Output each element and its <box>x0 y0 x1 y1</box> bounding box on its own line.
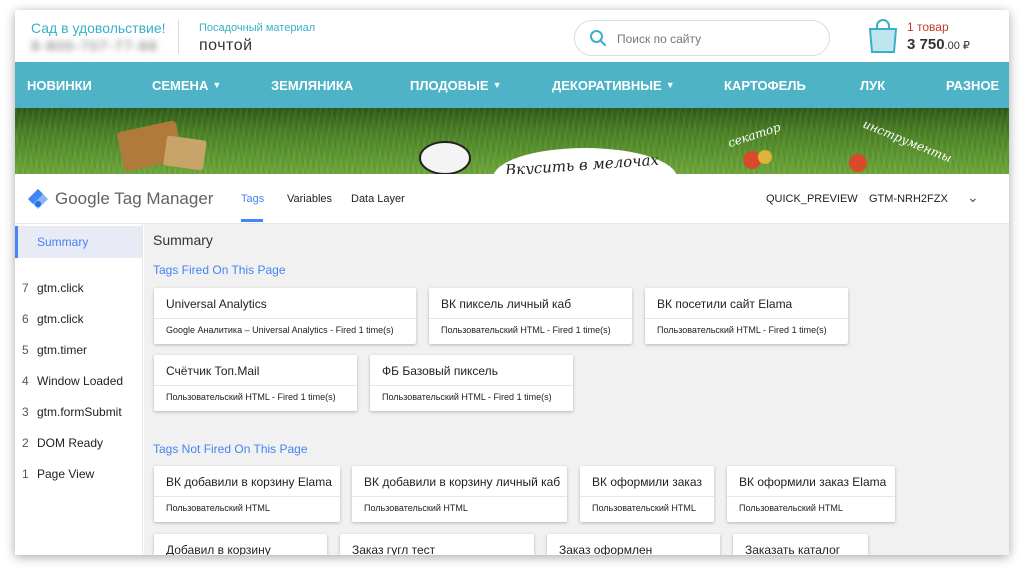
gtm-logo-icon <box>28 189 48 209</box>
nav-item-raznoe[interactable]: РАЗНОЕ <box>946 78 999 93</box>
tag-name: ВК добавили в корзину Elama <box>166 475 332 489</box>
nav-item-plodovye[interactable]: ПЛОДОВЫЕ ▼ <box>410 78 502 93</box>
tag-name: Заказ оформлен <box>559 543 653 555</box>
tag-status: Пользовательский HTML - Fired 1 time(s) <box>166 392 336 402</box>
nav-item-luk[interactable]: ЛУК <box>860 78 885 93</box>
chevron-down-icon: ▼ <box>212 80 222 90</box>
sidebar-item-event[interactable]: 2 DOM Ready <box>22 436 103 450</box>
cart-item-count[interactable]: 1 товар <box>907 20 949 34</box>
sidebar-item-summary[interactable]: Summary <box>15 226 142 258</box>
sidebar-item-event[interactable]: 6 gtm.click <box>22 312 84 326</box>
tag-name: ВК пиксель личный каб <box>441 297 572 311</box>
container-id: GTM-NRH2FZX <box>869 193 948 205</box>
tag-card[interactable]: Заказать каталог <box>733 534 868 555</box>
chevron-down-icon[interactable]: ⌄ <box>967 189 979 206</box>
tag-card[interactable]: ВК оформили заказ Elama Пользовательский… <box>727 466 895 522</box>
active-tab-underline <box>241 219 263 222</box>
sidebar-item-event[interactable]: 4 Window Loaded <box>22 374 123 388</box>
tag-type: Пользовательский HTML <box>739 503 843 513</box>
tag-name: ФБ Базовый пиксель <box>382 364 498 378</box>
tag-name: Добавил в корзину <box>166 543 271 555</box>
tag-name: ВК посетили сайт Elama <box>657 297 793 311</box>
fired-section-title: Tags Fired On This Page <box>153 263 286 277</box>
tag-status: Пользовательский HTML - Fired 1 time(s) <box>441 325 611 335</box>
sidebar-item-event[interactable]: 1 Page View <box>22 467 94 481</box>
tag-card[interactable]: Добавил в корзину <box>154 534 327 555</box>
tag-status: Пользовательский HTML - Fired 1 time(s) <box>382 392 552 402</box>
nav-item-kartofel[interactable]: КАРТОФЕЛЬ <box>724 78 806 93</box>
sidebar-item-label: Summary <box>37 235 89 249</box>
tag-name: Счётчик Топ.Mail <box>166 364 260 378</box>
hero-banner[interactable]: Вкусить в мелочах секатор инструменты <box>15 108 1009 174</box>
tag-card[interactable]: ВК пиксель личный каб Пользовательский H… <box>429 288 632 344</box>
tag-name: Заказать каталог <box>745 543 841 555</box>
gtm-title: Google Tag Manager <box>55 189 214 208</box>
tag-type: Пользовательский HTML <box>364 503 468 513</box>
chevron-down-icon: ▼ <box>665 80 675 90</box>
header-divider <box>178 20 179 54</box>
site-tagline: Сад в удовольствие! <box>31 20 166 36</box>
tag-status: Пользовательский HTML - Fired 1 time(s) <box>657 325 827 335</box>
cart-total-amount: 3 750 <box>907 36 945 53</box>
nav-item-zemlyanika[interactable]: ЗЕМЛЯНИКА <box>271 78 353 93</box>
tag-card[interactable]: Счётчик Топ.Mail Пользовательский HTML -… <box>154 355 357 411</box>
search-placeholder: Поиск по сайту <box>617 32 702 46</box>
tab-tags[interactable]: Tags <box>241 193 264 205</box>
tag-name: Universal Analytics <box>166 297 267 311</box>
tag-type: Пользовательский HTML <box>166 503 270 513</box>
sidebar-item-event[interactable]: 7 gtm.click <box>22 281 84 295</box>
sidebar-item-event[interactable]: 3 gtm.formSubmit <box>22 405 122 419</box>
tag-name: ВК оформили заказ Elama <box>739 475 887 489</box>
tag-card[interactable]: Заказ гугл тест <box>340 534 534 555</box>
gtm-summary-panel: Summary Tags Fired On This Page Universa… <box>144 224 1009 555</box>
tag-card[interactable]: Universal Analytics Google Аналитика – U… <box>154 288 416 344</box>
cart-bag-icon[interactable] <box>867 18 899 54</box>
summary-title: Summary <box>153 232 213 248</box>
tag-status: Google Аналитика – Universal Analytics -… <box>166 325 394 335</box>
tag-card[interactable]: ВК посетили сайт Elama Пользовательский … <box>645 288 848 344</box>
material-value: почтой <box>199 37 253 54</box>
nav-item-semena[interactable]: СЕМЕНА ▼ <box>152 78 221 93</box>
tag-card[interactable]: ВК добавили в корзину Elama Пользователь… <box>154 466 340 522</box>
tag-type: Пользовательский HTML <box>592 503 696 513</box>
nav-item-dekorativnye[interactable]: ДЕКОРАТИВНЫЕ ▼ <box>552 78 675 93</box>
tag-card[interactable]: ВК оформили заказ Пользовательский HTML <box>580 466 714 522</box>
tab-variables[interactable]: Variables <box>287 193 332 205</box>
site-header: Сад в удовольствие! 8-800-707-77-88 Поса… <box>15 10 1009 62</box>
tag-name: ВК оформили заказ <box>592 475 702 489</box>
tag-name: Заказ гугл тест <box>352 543 436 555</box>
tag-name: ВК добавили в корзину личный каб <box>364 475 561 489</box>
tag-card[interactable]: ВК добавили в корзину личный каб Пользов… <box>352 466 567 522</box>
quick-preview-label: QUICK_PREVIEW <box>766 193 858 205</box>
main-nav: НОВИНКИ СЕМЕНА ▼ ЗЕМЛЯНИКА ПЛОДОВЫЕ ▼ ДЕКО… <box>15 62 1009 108</box>
not-fired-section-title: Tags Not Fired On This Page <box>153 442 308 456</box>
gtm-toolbar: Google Tag Manager Tags Variables Data L… <box>15 176 1009 224</box>
chevron-down-icon: ▼ <box>492 80 502 90</box>
cart-total-cents: .00 ₽ <box>944 40 970 52</box>
site-search-box[interactable]: Поиск по сайту <box>574 20 830 56</box>
tag-card[interactable]: Заказ оформлен <box>547 534 720 555</box>
sidebar-item-event[interactable]: 5 gtm.timer <box>22 343 87 357</box>
browser-window: Сад в удовольствие! 8-800-707-77-88 Поса… <box>15 10 1009 555</box>
tag-card[interactable]: ФБ Базовый пиксель Пользовательский HTML… <box>370 355 573 411</box>
material-label: Посадочный материал <box>199 22 316 34</box>
nav-item-novinki[interactable]: НОВИНКИ <box>27 78 92 93</box>
phone-number[interactable]: 8-800-707-77-88 <box>31 38 158 55</box>
tab-data-layer[interactable]: Data Layer <box>351 193 405 205</box>
search-icon <box>590 30 606 46</box>
cart-total[interactable]: 3 750.00 ₽ <box>907 36 970 53</box>
gtm-event-sidebar: Summary 7 gtm.click 6 gtm.click 5 gtm.timer… <box>15 224 143 555</box>
